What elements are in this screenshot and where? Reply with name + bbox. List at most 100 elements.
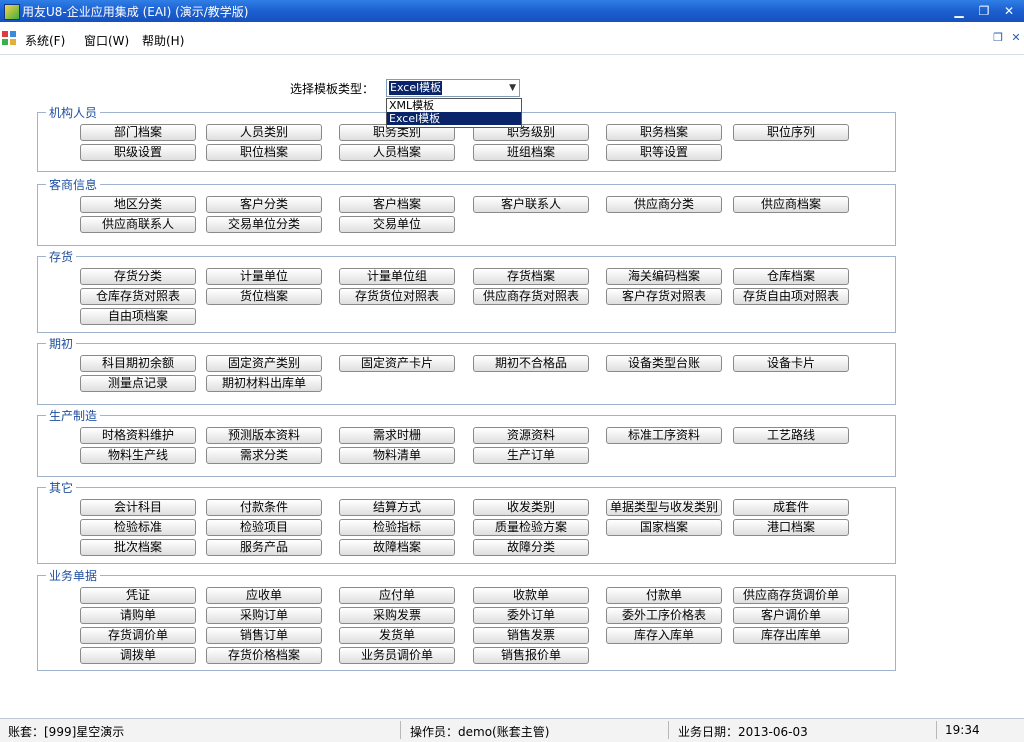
template-button[interactable]: 业务员调价单: [339, 647, 455, 664]
template-button[interactable]: 供应商档案: [733, 196, 849, 213]
template-button[interactable]: 故障档案: [339, 539, 455, 556]
template-button[interactable]: 标准工序资料: [606, 427, 722, 444]
template-button[interactable]: 会计科目: [80, 499, 196, 516]
template-button[interactable]: 检验项目: [206, 519, 322, 536]
template-button[interactable]: 港口档案: [733, 519, 849, 536]
template-button[interactable]: 时格资料维护: [80, 427, 196, 444]
template-button[interactable]: 需求分类: [206, 447, 322, 464]
template-button[interactable]: 固定资产类别: [206, 355, 322, 372]
template-button[interactable]: 计量单位组: [339, 268, 455, 285]
menu-item-window[interactable]: 窗口(W): [84, 32, 129, 49]
template-button[interactable]: 存货分类: [80, 268, 196, 285]
chevron-down-icon[interactable]: ▼: [509, 83, 516, 93]
template-button[interactable]: 凭证: [80, 587, 196, 604]
template-button[interactable]: 成套件: [733, 499, 849, 516]
template-button[interactable]: 请购单: [80, 607, 196, 624]
template-button[interactable]: 生产订单: [473, 447, 589, 464]
template-button[interactable]: 客户分类: [206, 196, 322, 213]
template-button[interactable]: 调拨单: [80, 647, 196, 664]
template-button[interactable]: 仓库存货对照表: [80, 288, 196, 305]
template-button[interactable]: 职级设置: [80, 144, 196, 161]
template-button[interactable]: 期初材料出库单: [206, 375, 322, 392]
template-button[interactable]: 货位档案: [206, 288, 322, 305]
template-button[interactable]: 库存入库单: [606, 627, 722, 644]
template-button[interactable]: 发货单: [339, 627, 455, 644]
template-button[interactable]: 供应商联系人: [80, 216, 196, 233]
menu-item-system[interactable]: 系统(F): [25, 32, 65, 49]
template-button[interactable]: 应付单: [339, 587, 455, 604]
template-button[interactable]: 供应商分类: [606, 196, 722, 213]
template-button[interactable]: 资源资料: [473, 427, 589, 444]
template-button[interactable]: 故障分类: [473, 539, 589, 556]
template-button[interactable]: 职位序列: [733, 124, 849, 141]
template-button[interactable]: 服务产品: [206, 539, 322, 556]
template-button[interactable]: 交易单位: [339, 216, 455, 233]
template-button[interactable]: 固定资产卡片: [339, 355, 455, 372]
template-button[interactable]: 自由项档案: [80, 308, 196, 325]
template-button[interactable]: 结算方式: [339, 499, 455, 516]
template-button[interactable]: 客户存货对照表: [606, 288, 722, 305]
template-button[interactable]: 存货价格档案: [206, 647, 322, 664]
template-button[interactable]: 设备类型台账: [606, 355, 722, 372]
template-button[interactable]: 收款单: [473, 587, 589, 604]
template-button[interactable]: 计量单位: [206, 268, 322, 285]
template-button[interactable]: 供应商存货对照表: [473, 288, 589, 305]
template-button[interactable]: 客户联系人: [473, 196, 589, 213]
template-button[interactable]: 工艺路线: [733, 427, 849, 444]
template-button[interactable]: 海关编码档案: [606, 268, 722, 285]
template-button[interactable]: 销售发票: [473, 627, 589, 644]
template-button[interactable]: 地区分类: [80, 196, 196, 213]
template-button[interactable]: 付款单: [606, 587, 722, 604]
template-button[interactable]: 职务档案: [606, 124, 722, 141]
template-button[interactable]: 采购订单: [206, 607, 322, 624]
template-button[interactable]: 职等设置: [606, 144, 722, 161]
template-button[interactable]: 销售订单: [206, 627, 322, 644]
template-button[interactable]: 预测版本资料: [206, 427, 322, 444]
template-button[interactable]: 应收单: [206, 587, 322, 604]
template-button[interactable]: 仓库档案: [733, 268, 849, 285]
template-option-xml[interactable]: XML模板: [387, 99, 521, 112]
template-button[interactable]: 付款条件: [206, 499, 322, 516]
template-button[interactable]: 供应商存货调价单: [733, 587, 849, 604]
restore-icon[interactable]: ❐: [975, 3, 993, 19]
template-button[interactable]: 委外工序价格表: [606, 607, 722, 624]
template-button[interactable]: 人员类别: [206, 124, 322, 141]
template-option-excel[interactable]: Excel模板: [387, 112, 521, 125]
template-button[interactable]: 班组档案: [473, 144, 589, 161]
template-button[interactable]: 国家档案: [606, 519, 722, 536]
template-button[interactable]: 职位档案: [206, 144, 322, 161]
template-button[interactable]: 设备卡片: [733, 355, 849, 372]
template-button[interactable]: 物料清单: [339, 447, 455, 464]
template-button[interactable]: 采购发票: [339, 607, 455, 624]
template-button[interactable]: 委外订单: [473, 607, 589, 624]
template-button[interactable]: 需求时栅: [339, 427, 455, 444]
template-button[interactable]: 质量检验方案: [473, 519, 589, 536]
template-button[interactable]: 收发类别: [473, 499, 589, 516]
template-button[interactable]: 检验标准: [80, 519, 196, 536]
template-button[interactable]: 交易单位分类: [206, 216, 322, 233]
template-button[interactable]: 销售报价单: [473, 647, 589, 664]
template-button[interactable]: 库存出库单: [733, 627, 849, 644]
menu-item-help[interactable]: 帮助(H): [142, 32, 184, 49]
system-menu-icon[interactable]: [2, 31, 16, 45]
minimize-icon[interactable]: ▁: [950, 3, 968, 19]
template-button[interactable]: 客户档案: [339, 196, 455, 213]
template-button[interactable]: 人员档案: [339, 144, 455, 161]
template-button[interactable]: 部门档案: [80, 124, 196, 141]
template-button[interactable]: 单据类型与收发类别: [606, 499, 722, 516]
template-button[interactable]: 存货档案: [473, 268, 589, 285]
template-button[interactable]: 物料生产线: [80, 447, 196, 464]
template-button[interactable]: 科目期初余额: [80, 355, 196, 372]
child-close-icon[interactable]: ✕: [1010, 32, 1022, 44]
template-button[interactable]: 客户调价单: [733, 607, 849, 624]
template-button[interactable]: 存货调价单: [80, 627, 196, 644]
template-button[interactable]: 检验指标: [339, 519, 455, 536]
template-button[interactable]: 期初不合格品: [473, 355, 589, 372]
close-icon[interactable]: ✕: [1000, 3, 1018, 19]
template-button[interactable]: 批次档案: [80, 539, 196, 556]
template-button[interactable]: 存货自由项对照表: [733, 288, 849, 305]
child-restore-icon[interactable]: ❐: [992, 32, 1004, 44]
template-button[interactable]: 测量点记录: [80, 375, 196, 392]
template-type-select[interactable]: Excel模板 ▼: [386, 79, 520, 97]
template-button[interactable]: 存货货位对照表: [339, 288, 455, 305]
